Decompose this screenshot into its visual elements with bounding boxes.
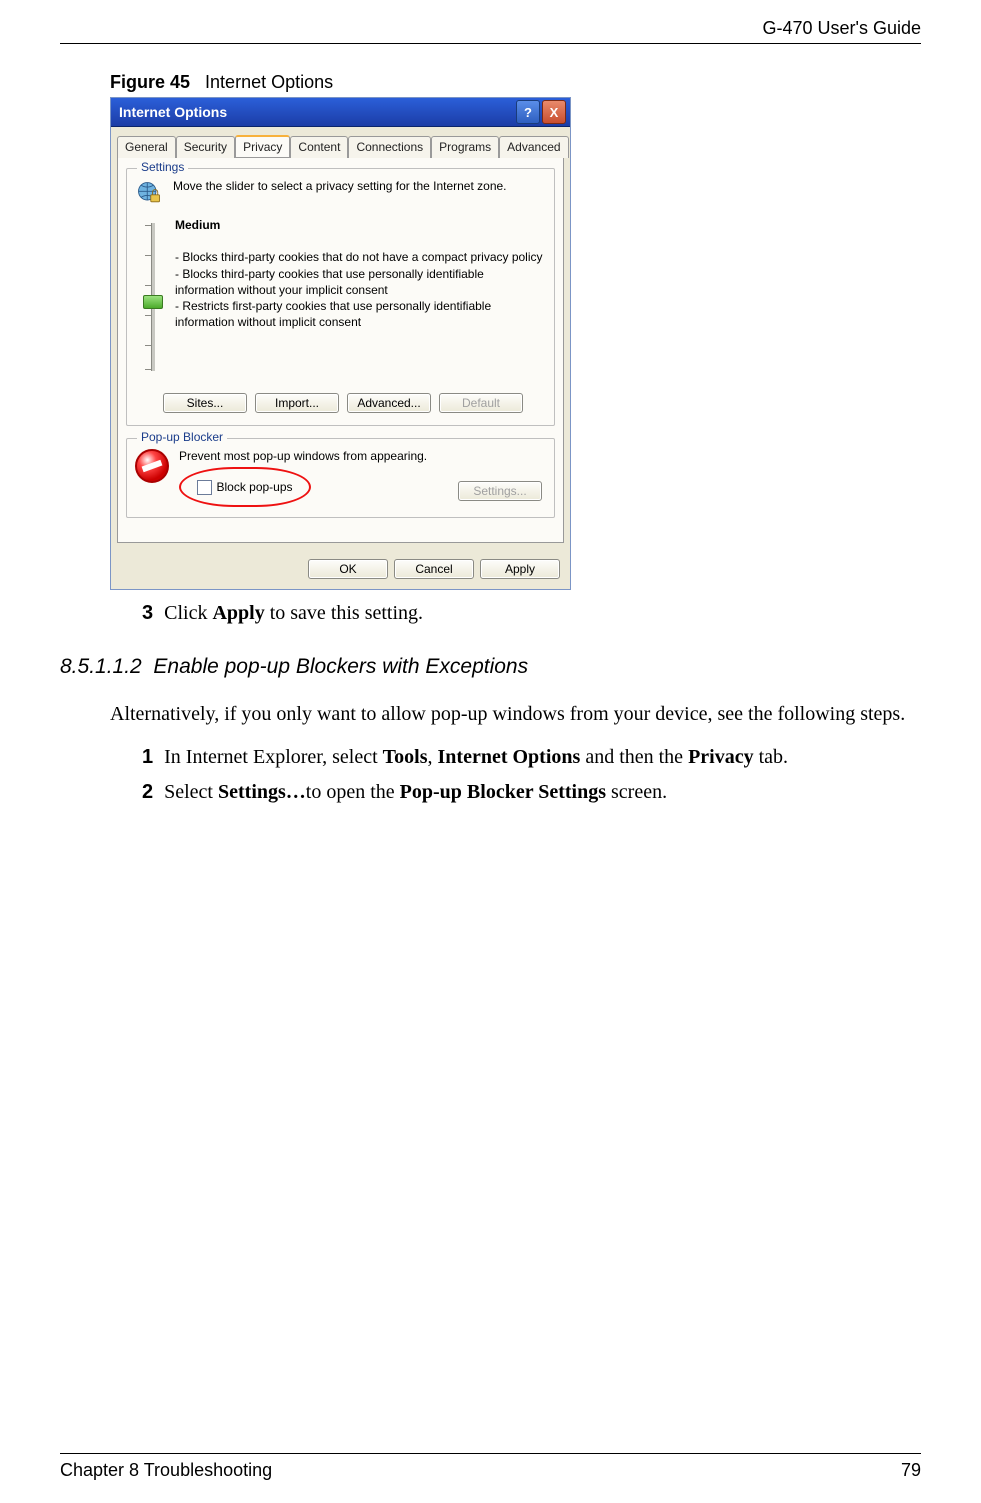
settings-group-label: Settings [137, 160, 188, 174]
step-1: 1 In Internet Explorer, select Tools, In… [142, 746, 921, 769]
dialog-title: Internet Options [119, 104, 227, 120]
subheading: 8.5.1.1.2 Enable pop-up Blockers with Ex… [60, 655, 921, 679]
title-bar[interactable]: Internet Options ? X [111, 98, 570, 127]
default-button: Default [439, 393, 523, 413]
page-header: G-470 User's Guide [60, 18, 921, 44]
tab-security[interactable]: Security [176, 136, 235, 158]
alt-intro: Alternatively, if you only want to allow… [110, 701, 911, 728]
step-3: 3 Click Apply to save this setting. [142, 602, 921, 625]
step-num: 2 [142, 781, 153, 803]
popup-desc: Prevent most pop-up windows from appeari… [179, 449, 546, 463]
subheading-title: Enable pop-up Blockers with Exceptions [153, 655, 528, 678]
footer-chapter: Chapter 8 Troubleshooting [60, 1460, 272, 1481]
step-2: 2 Select Settings…to open the Pop-up Blo… [142, 781, 921, 804]
bullet-1: - Blocks third-party cookies that do not… [175, 250, 543, 264]
privacy-level: Medium [175, 218, 220, 232]
slider-thumb-icon[interactable] [143, 295, 163, 309]
ok-button[interactable]: OK [308, 559, 388, 579]
help-icon[interactable]: ? [516, 100, 540, 124]
highlight-circle: Block pop-ups [179, 467, 311, 507]
internet-options-dialog: Internet Options ? X General Security Pr… [110, 97, 571, 590]
guide-name: G-470 User's Guide [762, 18, 921, 38]
figure-title: Internet Options [205, 72, 333, 92]
popup-block-icon [135, 449, 169, 483]
slider-description: Medium - Blocks third-party cookies that… [175, 217, 546, 377]
apply-button[interactable]: Apply [480, 559, 560, 579]
step3-bold: Apply [212, 602, 264, 624]
tab-programs[interactable]: Programs [431, 136, 499, 158]
tab-panel-privacy: Settings Move the slider to select a pri… [117, 157, 564, 543]
subheading-num: 8.5.1.1.2 [60, 655, 142, 678]
figure-label: Figure 45 [110, 72, 190, 92]
block-popups-label: Block pop-ups [216, 480, 292, 494]
tab-content[interactable]: Content [290, 136, 348, 158]
tabs-row: General Security Privacy Content Connect… [111, 127, 570, 157]
bullet-3: - Restricts first-party cookies that use… [175, 299, 491, 329]
close-icon[interactable]: X [542, 100, 566, 124]
settings-intro: Move the slider to select a privacy sett… [173, 179, 507, 207]
step3-post: to save this setting. [265, 602, 423, 624]
import-button[interactable]: Import... [255, 393, 339, 413]
settings-group: Settings Move the slider to select a pri… [126, 168, 555, 426]
tab-privacy[interactable]: Privacy [235, 135, 290, 157]
page-footer: Chapter 8 Troubleshooting 79 [60, 1453, 921, 1481]
popup-blocker-group: Pop-up Blocker Prevent most pop-up windo… [126, 438, 555, 518]
tab-general[interactable]: General [117, 136, 176, 158]
popup-settings-button: Settings... [458, 481, 542, 501]
advanced-button[interactable]: Advanced... [347, 393, 431, 413]
step3-pre: Click [164, 602, 212, 624]
cancel-button[interactable]: Cancel [394, 559, 474, 579]
step-num: 3 [142, 602, 153, 624]
sites-button[interactable]: Sites... [163, 393, 247, 413]
bullet-2: - Blocks third-party cookies that use pe… [175, 267, 484, 297]
dialog-button-row: OK Cancel Apply [111, 551, 570, 589]
tab-connections[interactable]: Connections [348, 136, 431, 158]
footer-page: 79 [901, 1460, 921, 1481]
step-num: 1 [142, 746, 153, 768]
popup-group-label: Pop-up Blocker [137, 430, 227, 444]
figure-caption: Figure 45 Internet Options [110, 72, 921, 93]
privacy-slider[interactable] [141, 217, 163, 377]
tab-advanced[interactable]: Advanced [499, 136, 568, 158]
block-popups-checkbox[interactable] [197, 480, 212, 495]
globe-lock-icon [135, 179, 163, 207]
